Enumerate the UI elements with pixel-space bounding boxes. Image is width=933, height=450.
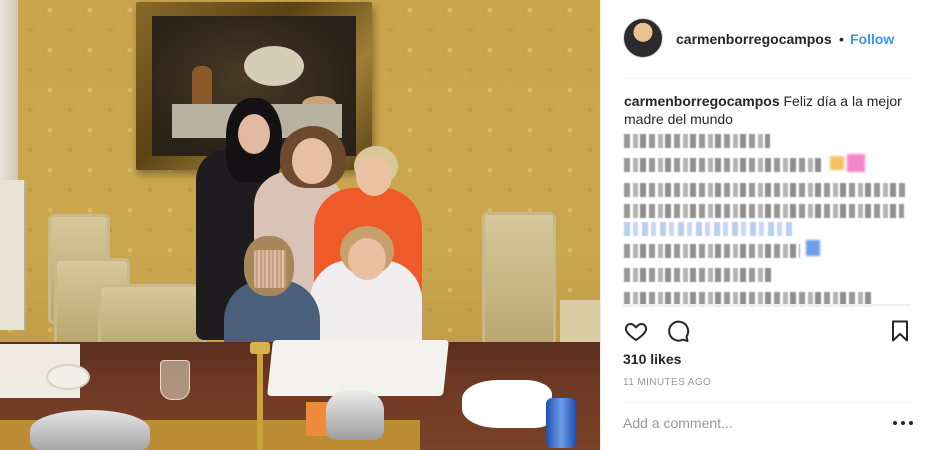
pixelated-comment-line [624,183,906,197]
pixelated-emoji-icon [806,240,820,256]
chair [482,212,556,352]
door [0,180,26,330]
action-bar [623,318,913,344]
person-face [238,114,270,154]
candelabra-cup [250,342,270,354]
bookmark-icon[interactable] [887,318,913,344]
silver-pot [326,390,384,440]
person-face [292,138,332,184]
plate [46,364,90,390]
caption-username[interactable]: carmenborregocampos [624,93,780,109]
dot [893,421,897,425]
small-box [306,402,328,436]
wine-glass [160,360,190,400]
pixelated-comment-line [624,134,770,148]
speech-bubble-icon[interactable] [665,318,691,344]
post-timestamp[interactable]: 11 MINUTES AGO [623,377,711,388]
napkin-cloth [267,340,449,396]
post-caption: carmenborregocampos Feliz día a la mejor… [624,92,914,128]
dot [901,421,905,425]
follow-button[interactable]: Follow [850,31,894,47]
likes-count[interactable]: 310 likes [623,351,681,367]
post-header: carmenborregocampos • Follow [601,0,933,78]
comment-form [623,410,913,436]
heart-icon[interactable] [623,318,649,344]
person-face [356,156,392,196]
painting-bowl [244,46,304,86]
pixelated-comment-line [624,204,904,218]
pixelated-comment-line [624,244,800,258]
soda-can [546,398,576,448]
candelabra [240,340,280,450]
pixelated-emoji-icon [830,156,844,170]
person-face [348,238,386,280]
pixelated-link-line [624,222,792,236]
dot [909,421,913,425]
pixelated-face [254,250,286,288]
silver-bowl [30,410,150,450]
ellipsis-icon[interactable] [893,414,913,432]
header-username[interactable]: carmenborregocampos [676,31,832,47]
pixelated-comment-line [624,268,772,282]
paper-napkin [462,380,552,428]
candelabra-stem [257,350,263,450]
header-separator: • [839,31,844,47]
comment-input[interactable] [623,410,873,436]
comments-divider [623,304,911,306]
pixelated-emoji-icon [847,154,865,172]
comment-divider [623,402,911,403]
pixelated-comment-line [624,158,822,172]
avatar[interactable] [623,18,663,58]
post-photo[interactable] [0,0,600,450]
post-sidebar: carmenborregocampos • Follow carmenborre… [600,0,933,450]
header-divider [623,78,911,79]
